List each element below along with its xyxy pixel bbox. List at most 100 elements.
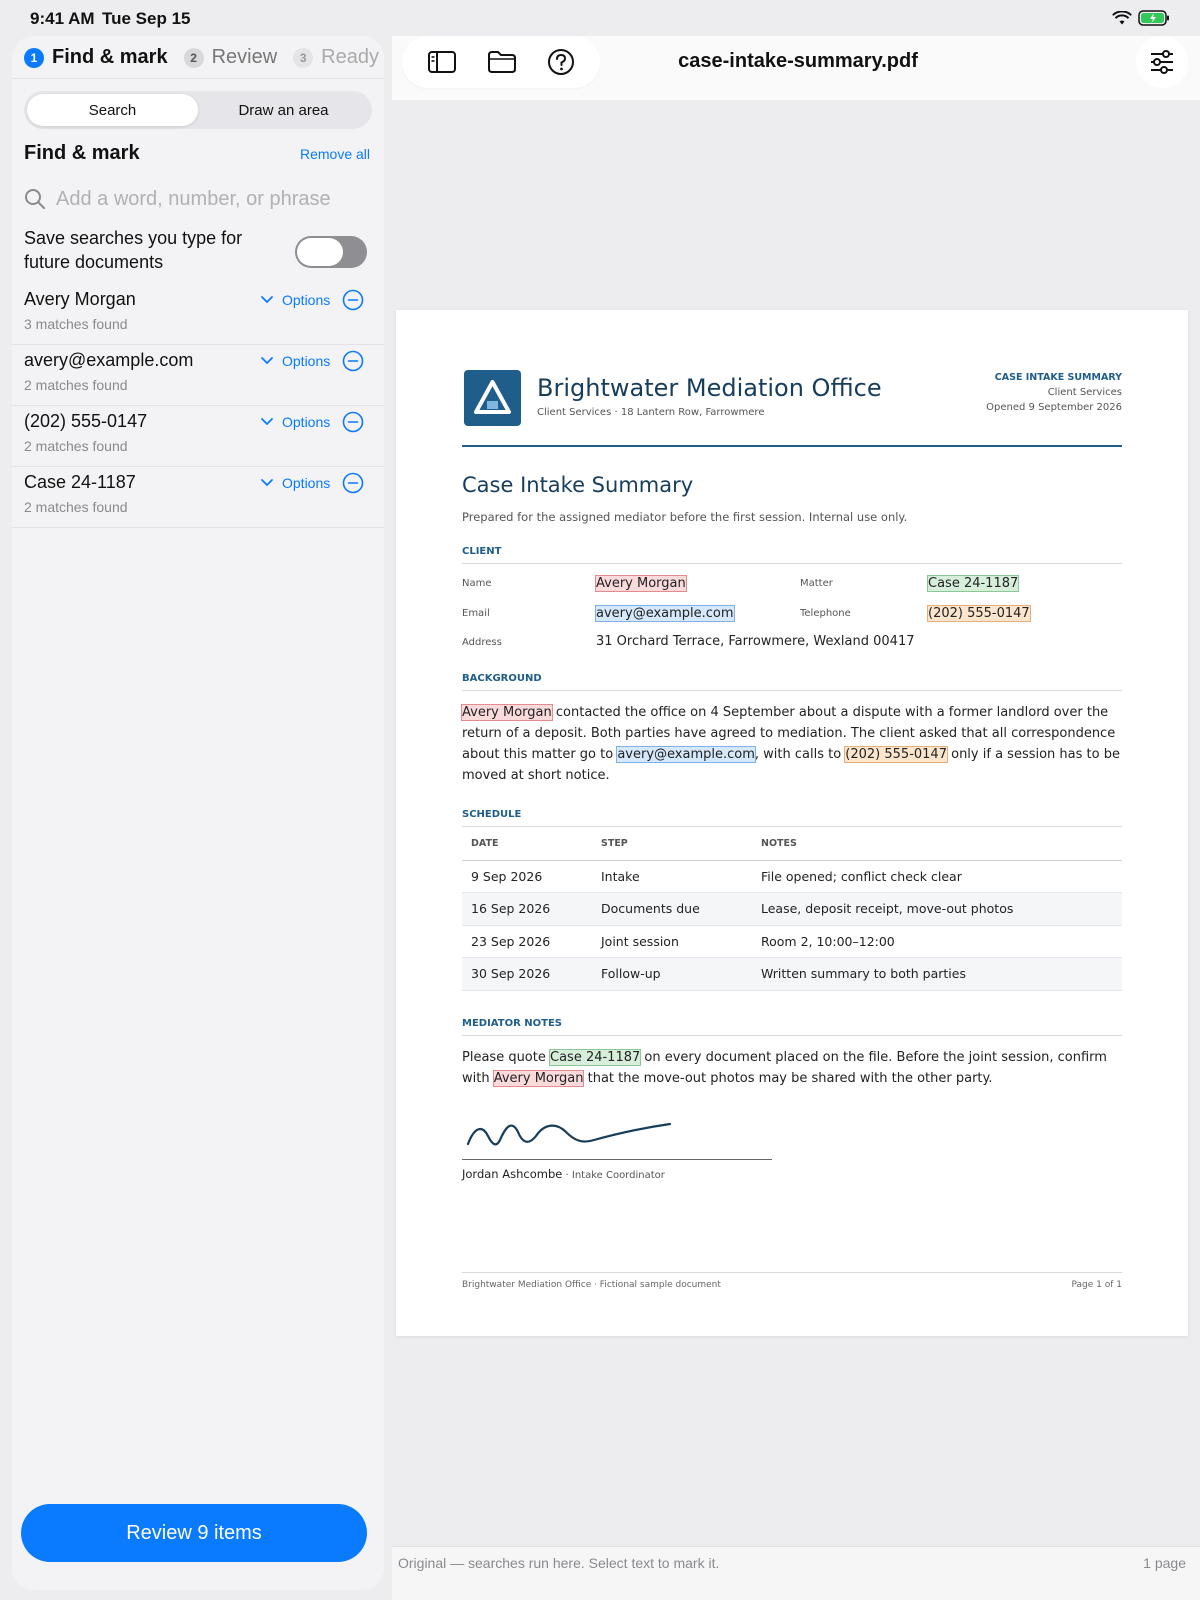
toolbar [402, 36, 600, 88]
wifi-icon [1112, 10, 1132, 24]
signature-line [462, 1159, 772, 1160]
step-review[interactable]: 2 Review [183, 46, 278, 69]
review-items-button[interactable]: Review 9 items [21, 1504, 367, 1562]
status-icons [1112, 10, 1170, 26]
section-heading-schedule: SCHEDULE [462, 809, 522, 820]
chevron-down-icon [261, 479, 273, 487]
department: Client Services [1047, 387, 1122, 398]
step-number: 1 [24, 47, 44, 68]
remove-all-button[interactable]: Remove all [300, 146, 370, 162]
text: that the move-out photos may be shared w… [583, 1071, 993, 1086]
field-label: Address [462, 637, 502, 648]
sidebar-toggle-icon[interactable] [427, 49, 457, 75]
status-date: Tue Sep 15 [102, 9, 191, 28]
table-cell: Documents due [592, 892, 752, 926]
section-rule [462, 826, 1122, 827]
table-cell: Written summary to both parties [752, 957, 1122, 991]
section-rule [462, 1035, 1122, 1036]
options-label: Options [282, 475, 331, 491]
section-heading-background: BACKGROUND [462, 673, 542, 684]
step-ready[interactable]: 3 Ready [293, 46, 379, 69]
options-button[interactable]: Options [260, 292, 330, 308]
signer: Jordan Ashcombe · Intake Coordinator [462, 1167, 665, 1181]
section-rule [462, 563, 1122, 564]
table-row: 9 Sep 2026 Intake File opened; conflict … [462, 860, 1122, 893]
step-label: Review [211, 46, 278, 68]
document-kind: CASE INTAKE SUMMARY [994, 372, 1122, 383]
section-rule [462, 690, 1122, 691]
remove-term-icon[interactable] [342, 472, 364, 494]
highlight-email[interactable]: avery@example.com [595, 605, 735, 622]
bottom-status-bar: Original — searches run here. Select tex… [392, 1546, 1200, 1600]
triangle-logo-icon [474, 380, 511, 414]
highlight-phone[interactable]: (202) 555-0147 [844, 746, 948, 763]
folder-icon[interactable] [487, 49, 517, 75]
remove-term-icon[interactable] [342, 289, 364, 311]
table-cell: 23 Sep 2026 [462, 925, 592, 958]
document-subtitle: Prepared for the assigned mediator befor… [462, 510, 908, 524]
field-value-address: 31 Orchard Terrace, Farrowmere, Wexland … [596, 634, 915, 649]
organization-address: Client Services · 18 Lantern Row, Farrow… [537, 407, 765, 418]
search-row [24, 181, 372, 217]
term-match-count: 2 matches found [24, 438, 128, 454]
list-item: Avery Morgan 3 matches found Options [12, 284, 384, 345]
tab-draw-area[interactable]: Draw an area [198, 94, 369, 126]
section-heading-notes: MEDIATOR NOTES [462, 1018, 562, 1029]
options-label: Options [282, 353, 331, 369]
tab-search[interactable]: Search [27, 94, 198, 126]
organization-name: Brightwater Mediation Office [537, 374, 882, 402]
save-searches-toggle[interactable] [295, 236, 367, 268]
highlight-name[interactable]: Avery Morgan [492, 1070, 585, 1087]
options-label: Options [282, 292, 331, 308]
options-button[interactable]: Options [260, 475, 330, 491]
highlight-case[interactable]: Case 24-1187 [548, 1049, 642, 1066]
notes-paragraph: Please quote Case 24-1187 on every docum… [462, 1047, 1122, 1089]
table-header-row: DATE STEP NOTES [462, 828, 1122, 861]
term-match-count: 3 matches found [24, 316, 128, 332]
field-label: Email [462, 608, 490, 619]
settings-button[interactable] [1136, 36, 1188, 88]
term-name: Avery Morgan [24, 289, 136, 309]
highlight-name[interactable]: Avery Morgan [595, 575, 687, 592]
chevron-down-icon [261, 296, 273, 304]
header-meta: CASE INTAKE SUMMARY Client Services Open… [986, 370, 1122, 415]
step-find-mark[interactable]: 1 Find & mark [24, 46, 168, 69]
search-icon [25, 189, 45, 209]
highlight-case[interactable]: Case 24-1187 [926, 575, 1020, 592]
field-label: Name [462, 578, 492, 589]
term-name: (202) 555-0147 [24, 411, 148, 431]
step-number: 3 [293, 47, 314, 68]
document-page[interactable]: Brightwater Mediation Office Client Serv… [396, 310, 1188, 1336]
column-header: NOTES [752, 828, 1122, 861]
options-button[interactable]: Options [260, 353, 330, 369]
term-match-count: 2 matches found [24, 377, 128, 393]
step-label: Find & mark [52, 46, 168, 68]
background-paragraph: Avery Morgan contacted the office on 4 S… [461, 702, 1122, 786]
table-cell: Room 2, 10:00–12:00 [752, 925, 1122, 958]
highlight-name[interactable]: Avery Morgan [461, 704, 553, 721]
footer-left: Brightwater Mediation Office · Fictional… [462, 1280, 721, 1290]
highlight-email[interactable]: avery@example.com [616, 746, 756, 763]
options-button[interactable]: Options [260, 414, 330, 430]
table-row: 16 Sep 2026 Documents due Lease, deposit… [462, 892, 1122, 926]
list-item: (202) 555-0147 2 matches found Options [12, 406, 384, 467]
table-cell: Joint session [592, 925, 752, 958]
section-heading-client: CLIENT [462, 546, 502, 557]
remove-term-icon[interactable] [342, 350, 364, 372]
signer-name: Jordan Ashcombe [462, 1167, 563, 1181]
help-icon[interactable] [547, 48, 575, 76]
table-row: 30 Sep 2026 Follow-up Written summary to… [462, 957, 1122, 991]
remove-term-icon[interactable] [342, 411, 364, 433]
schedule-table: DATE STEP NOTES 9 Sep 2026 Intake File o… [462, 828, 1122, 991]
text: Please quote [462, 1050, 550, 1065]
step-label: Ready [321, 46, 379, 68]
table-cell: 9 Sep 2026 [462, 860, 592, 893]
term-match-count: 2 matches found [24, 499, 128, 515]
status-time: 9:41 AM [30, 9, 95, 28]
highlight-phone[interactable]: (202) 555-0147 [927, 605, 1031, 622]
signature-image [466, 1122, 672, 1146]
footer-rule [462, 1272, 1122, 1273]
search-input[interactable] [56, 187, 356, 211]
section-title: Find & mark [24, 142, 140, 164]
document-title: Case Intake Summary [462, 473, 694, 497]
